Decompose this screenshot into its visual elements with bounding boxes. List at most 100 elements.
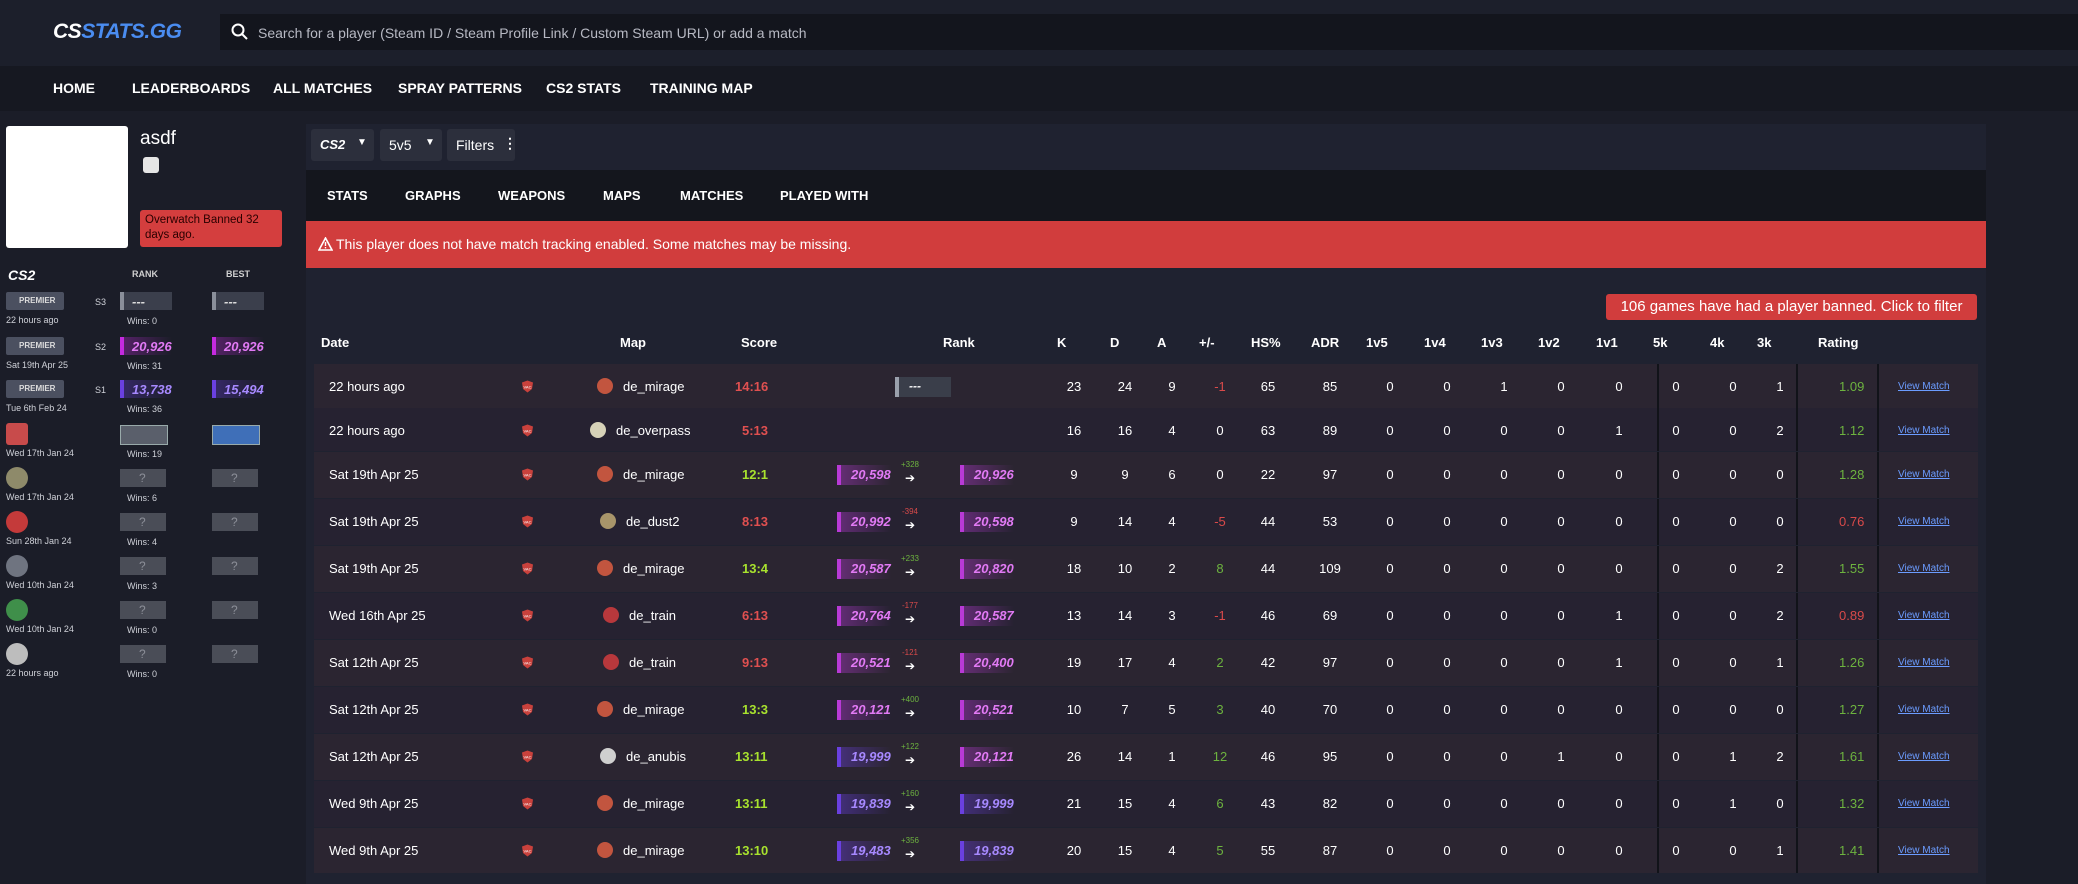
stat-k: 20 <box>1066 843 1082 858</box>
rank-type-icon <box>6 643 28 665</box>
banned-games-filter-button[interactable]: 106 games have had a player banned. Clic… <box>1606 294 1977 320</box>
stat-k5: 0 <box>1672 796 1680 811</box>
logo-text-cs: CS <box>53 20 82 43</box>
view-match-link[interactable]: View Match <box>1898 563 1950 574</box>
vac-icon: VAC <box>521 424 534 437</box>
view-match-link[interactable]: View Match <box>1898 751 1950 762</box>
tab-graphs[interactable]: GRAPHS <box>405 188 461 203</box>
stat-k5: 0 <box>1672 749 1680 764</box>
mode-select[interactable]: 5v5 ▼ <box>380 129 442 161</box>
view-match-link[interactable]: View Match <box>1898 425 1950 436</box>
rank-before-value: 20,521 <box>851 655 891 670</box>
tab-matches[interactable]: MATCHES <box>680 188 743 203</box>
rank-value: ? <box>231 515 238 529</box>
column-header-d: D <box>1110 335 1120 350</box>
match-row: Sat 19th Apr 25 VAC de_mirage 12:1 20,598 +32… <box>314 452 1978 498</box>
column-header-1v5: 1v5 <box>1366 335 1388 350</box>
stat-hs: 63 <box>1260 423 1276 438</box>
current-rank-badge: ? <box>120 645 166 663</box>
stat-d: 16 <box>1117 423 1133 438</box>
column-divider <box>1796 452 1798 498</box>
rank-after-badge: 20,400 <box>960 653 1014 673</box>
view-match-link[interactable]: View Match <box>1898 516 1950 527</box>
column-divider <box>1796 408 1798 451</box>
stat-k4: 0 <box>1729 702 1737 717</box>
match-row: 22 hours ago VAC de_mirage 14:16 --- 23 24 9 -1 6… <box>314 364 1978 408</box>
column-divider <box>1877 408 1879 451</box>
site-logo[interactable]: CSSTATS.GG <box>53 20 182 44</box>
rank-value: ? <box>231 603 238 617</box>
tab-played-with[interactable]: PLAYED WITH <box>780 188 868 203</box>
rating-value: 0.89 <box>1839 608 1865 623</box>
column-header-4k: 4k <box>1710 335 1725 350</box>
search-input[interactable] <box>256 14 1460 52</box>
game-select[interactable]: CS2 ▼ <box>311 129 374 161</box>
stat-v2: 1 <box>1557 749 1565 764</box>
sidebar-rank-row: 22 hours ago?? Wins: 0 <box>0 643 295 683</box>
wins-count: Wins: 0 <box>127 316 158 326</box>
view-match-link[interactable]: View Match <box>1898 381 1950 392</box>
nav-training-map[interactable]: TRAINING MAP <box>650 80 753 96</box>
rank-before-badge: 19,483 <box>837 841 891 861</box>
rank-after-badge: 19,999 <box>960 794 1014 814</box>
view-match-link[interactable]: View Match <box>1898 798 1950 809</box>
nav-spray-patterns[interactable]: SPRAY PATTERNS <box>398 80 522 96</box>
view-match-link[interactable]: View Match <box>1898 704 1950 715</box>
tab-stats[interactable]: STATS <box>327 188 368 203</box>
current-rank-badge: 20,926 <box>120 337 172 355</box>
tab-weapons[interactable]: WEAPONS <box>498 188 565 203</box>
rank-change: +122 ➔ <box>895 742 925 769</box>
rank-before-badge: 20,598 <box>837 465 891 485</box>
rank-delta: +400 <box>900 695 920 704</box>
stat-d: 15 <box>1117 796 1133 811</box>
rank-value: ? <box>139 559 146 573</box>
stat-v3: 0 <box>1500 843 1508 858</box>
nav-home[interactable]: HOME <box>53 80 95 96</box>
column-divider <box>1657 640 1659 686</box>
unranked-badge: --- <box>895 377 951 397</box>
column-divider <box>1657 364 1659 408</box>
stat-d: 7 <box>1121 702 1129 717</box>
stat-v3: 0 <box>1500 796 1508 811</box>
column-divider <box>1657 828 1659 873</box>
rating-value: 0.76 <box>1839 514 1865 529</box>
rank-before-badge: 20,521 <box>837 653 891 673</box>
stat-a: 4 <box>1168 655 1176 670</box>
tab-maps[interactable]: MAPS <box>603 188 641 203</box>
warning-icon <box>318 237 333 251</box>
stat-v1: 0 <box>1615 379 1623 394</box>
view-match-link[interactable]: View Match <box>1898 610 1950 621</box>
sidebar-rank-row: PREMIER 22 hours ago S3 --- --- Wins: 0 <box>0 290 295 330</box>
stat-v2: 0 <box>1557 561 1565 576</box>
view-match-link[interactable]: View Match <box>1898 469 1950 480</box>
premier-label: PREMIER <box>19 384 56 393</box>
rank-delta: +233 <box>900 554 920 563</box>
rank-type-icon <box>6 423 28 445</box>
season-label: S2 <box>95 342 107 352</box>
stat-k4: 1 <box>1729 796 1737 811</box>
view-match-link[interactable]: View Match <box>1898 845 1950 856</box>
stat-v4: 0 <box>1443 749 1451 764</box>
stat-k: 26 <box>1066 749 1082 764</box>
rank-change: +400 ➔ <box>895 695 925 722</box>
steam-icon[interactable] <box>143 157 159 173</box>
stat-v1: 0 <box>1615 561 1623 576</box>
view-match-link[interactable]: View Match <box>1898 657 1950 668</box>
rank-header: RANK <box>132 269 158 279</box>
nav-leaderboards[interactable]: LEADERBOARDS <box>132 80 250 96</box>
rank-type-icon <box>6 599 28 621</box>
wins-count: Wins: 0 <box>127 669 158 679</box>
mode-select-label: 5v5 <box>389 137 412 153</box>
stat-pm: 2 <box>1216 655 1224 670</box>
rank-change: -394 ➔ <box>895 507 925 534</box>
filters-button[interactable]: Filters ⋮ <box>447 129 517 161</box>
best-rank-badge: 15,494 <box>212 380 264 398</box>
best-header: BEST <box>226 269 251 279</box>
nav-all-matches[interactable]: ALL MATCHES <box>273 80 372 96</box>
stat-hs: 22 <box>1260 467 1276 482</box>
stat-v1: 0 <box>1615 796 1623 811</box>
current-rank-badge: ? <box>120 601 166 619</box>
nav-cs2-stats[interactable]: CS2 STATS <box>546 80 621 96</box>
best-rank-badge: --- <box>212 292 264 310</box>
column-header-date: Date <box>321 335 350 350</box>
